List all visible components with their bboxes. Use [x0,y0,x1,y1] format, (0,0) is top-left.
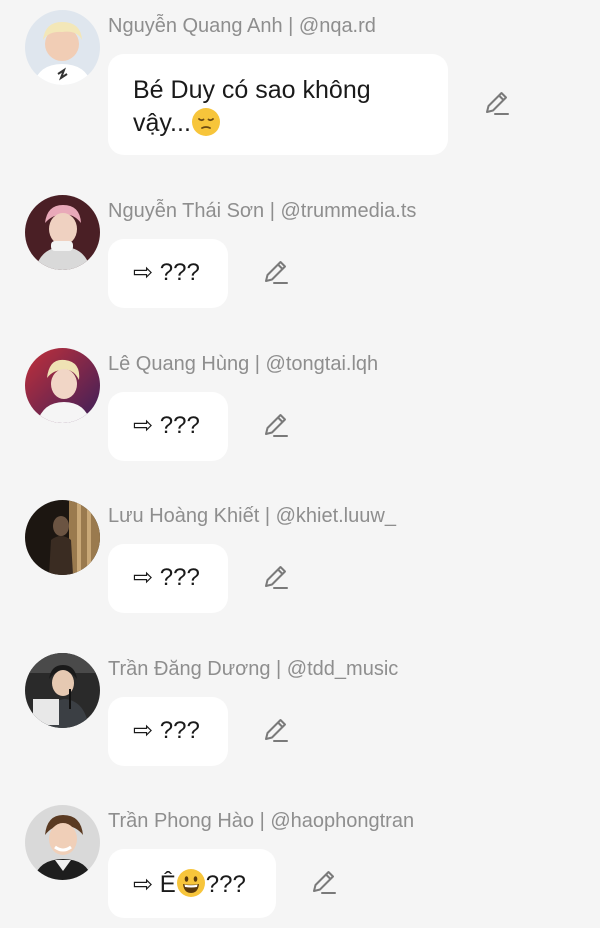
message-bubble: ⇨ Ê ??? [108,849,276,918]
edit-icon[interactable] [261,563,291,593]
pensive-face-emoji [191,108,220,136]
edit-icon[interactable] [309,868,339,898]
edit-icon[interactable] [482,89,512,119]
avatar[interactable] [25,195,100,270]
sender-name: Nguyễn Quang Anh | @nqa.rd [108,15,376,37]
edit-icon[interactable] [261,258,291,288]
message-bubble: ⇨ ??? [108,392,228,461]
message-bubble: ⇨ ??? [108,544,228,613]
chat-thread: Nguyễn Quang Anh | @nqa.rd Bé Duy có sao… [0,0,600,928]
message-text: ⇨ ??? [133,717,200,744]
avatar[interactable] [25,348,100,423]
avatar[interactable] [25,500,100,575]
sender-name: Lưu Hoàng Khiết | @khiet.luuw_ [108,505,396,527]
message-text: ⇨ ??? [133,564,200,591]
grinning-face-emoji [176,869,205,897]
sender-name: Trần Phong Hào | @haophongtran [108,810,415,832]
message-text: ⇨ Ê ??? [133,869,246,898]
message-text-line2: vậy... [133,107,423,140]
sender-name: Lê Quang Hùng | @tongtai.lqh [108,353,379,375]
message-text: Bé Duy có sao không [133,76,371,104]
avatar[interactable] [25,653,100,728]
edit-icon[interactable] [261,716,291,746]
message-bubble: ⇨ ??? [108,697,228,766]
sender-name: Nguyễn Thái Sơn | @trummedia.ts [108,200,417,222]
message-text: ⇨ ??? [133,259,200,286]
sender-name: Trần Đăng Dương | @tdd_music [108,658,399,680]
edit-icon[interactable] [261,411,291,441]
message-bubble: ⇨ ??? [108,239,228,308]
avatar[interactable] [25,10,100,85]
message-text: ⇨ ??? [133,412,200,439]
message-bubble: Bé Duy có sao không vậy... [108,54,448,155]
avatar[interactable] [25,805,100,880]
